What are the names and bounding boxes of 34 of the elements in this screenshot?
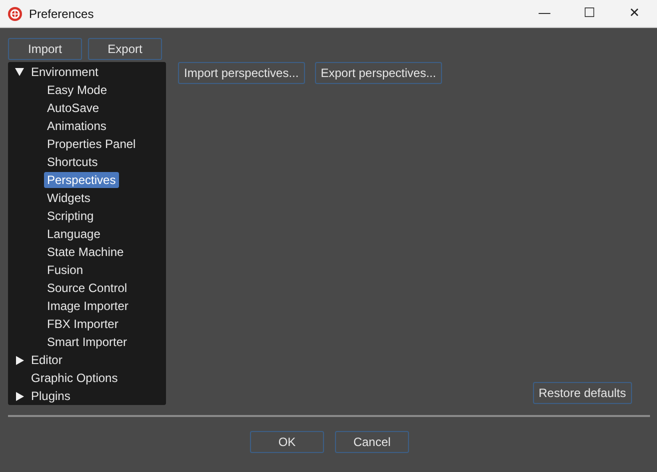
tree-item[interactable]: Language [44, 226, 104, 242]
tree-item[interactable]: Source Control [44, 280, 130, 296]
maximize-button[interactable]: ☐ [567, 0, 612, 27]
tree-item[interactable]: Editor [28, 352, 66, 368]
restore-defaults-button[interactable]: Restore defaults [532, 382, 632, 404]
tree-item[interactable]: Image Importer [44, 298, 132, 314]
tree-item[interactable]: Animations [44, 118, 110, 134]
tree-item[interactable]: Scripting [44, 208, 97, 224]
tree-item[interactable]: Environment [28, 64, 102, 80]
tree-item[interactable]: Smart Importer [44, 334, 130, 350]
expand-arrow-icon[interactable] [15, 68, 24, 76]
window-title: Preferences [29, 6, 94, 20]
cancel-button[interactable]: Cancel [335, 431, 409, 453]
ok-button[interactable]: OK [250, 431, 324, 453]
export-perspectives-button[interactable]: Export perspectives... [314, 62, 442, 84]
close-button[interactable]: ✕ [612, 0, 657, 27]
tree-item[interactable]: Properties Panel [44, 136, 139, 152]
tree-item[interactable]: Easy Mode [44, 82, 110, 98]
tree-item[interactable]: Shortcuts [44, 154, 101, 170]
collapse-arrow-icon[interactable] [16, 392, 24, 400]
app-logo-icon [7, 6, 23, 22]
tree-item[interactable]: FBX Importer [44, 316, 122, 332]
tree-item[interactable]: Fusion [44, 262, 86, 278]
collapse-arrow-icon[interactable] [16, 356, 24, 364]
tree-item[interactable]: Graphic Options [28, 370, 121, 386]
tree-item[interactable]: AutoSave [44, 100, 102, 116]
tree-item[interactable]: Plugins [28, 388, 74, 404]
minimize-button[interactable]: — [522, 0, 567, 27]
import-button[interactable]: Import [8, 38, 82, 60]
export-button[interactable]: Export [88, 38, 162, 60]
tree-item[interactable]: Widgets [44, 190, 94, 206]
import-perspectives-button[interactable]: Import perspectives... [178, 62, 305, 84]
tree-item[interactable]: Perspectives [44, 172, 119, 188]
tree-item[interactable]: State Machine [44, 244, 127, 260]
